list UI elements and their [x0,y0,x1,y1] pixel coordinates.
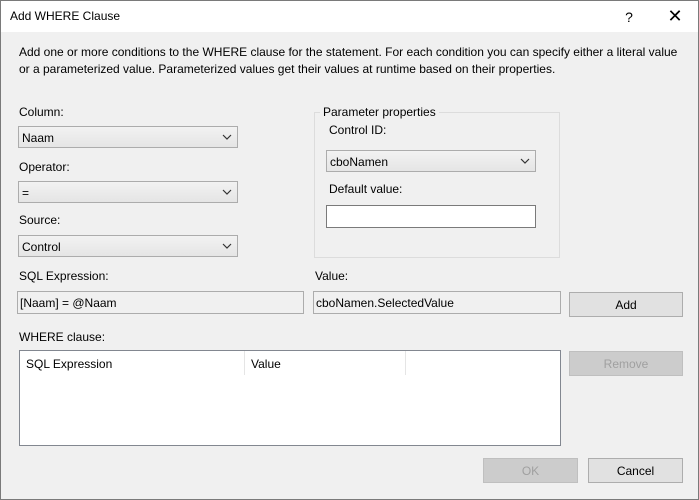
column-header-value[interactable]: Value [245,351,406,375]
title-bar: Add WHERE Clause ? ✕ [1,1,698,32]
sql-expression-label: SQL Expression: [19,269,109,283]
source-dropdown[interactable]: Control [18,235,238,257]
parameter-properties-legend: Parameter properties [320,105,439,119]
column-value: Naam [22,131,55,145]
add-where-clause-dialog: Add WHERE Clause ? ✕ Add one or more con… [0,0,699,500]
value-field[interactable]: cboNamen.SelectedValue [313,291,561,314]
operator-value: = [22,186,30,200]
remove-button[interactable]: Remove [569,351,683,376]
default-value-input[interactable] [326,205,536,228]
column-label: Column: [19,105,64,119]
cancel-button[interactable]: Cancel [588,458,683,483]
chevron-down-icon [222,189,232,195]
operator-label: Operator: [19,160,70,174]
ok-button[interactable]: OK [483,458,578,483]
column-header-label: Value [251,357,281,371]
control-id-value: cboNamen [330,155,389,169]
help-icon[interactable]: ? [607,1,651,32]
source-value: Control [22,240,61,254]
sql-expression-field[interactable]: [Naam] = @Naam [17,291,304,314]
control-id-dropdown[interactable]: cboNamen [326,150,536,172]
where-clause-list[interactable]: SQL Expression Value [19,350,561,446]
value-value: cboNamen.SelectedValue [316,296,454,310]
operator-dropdown[interactable]: = [18,181,238,203]
window-title: Add WHERE Clause [10,9,121,23]
column-dropdown[interactable]: Naam [18,126,238,148]
sql-expression-value: [Naam] = @Naam [20,296,117,310]
default-value-label: Default value: [329,182,403,196]
close-icon[interactable]: ✕ [653,1,697,32]
column-header-label: SQL Expression [26,357,113,371]
control-id-label: Control ID: [329,123,387,137]
add-button[interactable]: Add [569,292,683,317]
chevron-down-icon [222,243,232,249]
source-label: Source: [19,213,61,227]
chevron-down-icon [222,134,232,140]
value-label: Value: [315,269,349,283]
chevron-down-icon [520,158,530,164]
column-header-sql-expression[interactable]: SQL Expression [20,351,245,375]
where-clause-label: WHERE clause: [19,330,106,344]
list-header: SQL Expression Value [20,351,560,375]
description-text: Add one or more conditions to the WHERE … [19,45,678,76]
